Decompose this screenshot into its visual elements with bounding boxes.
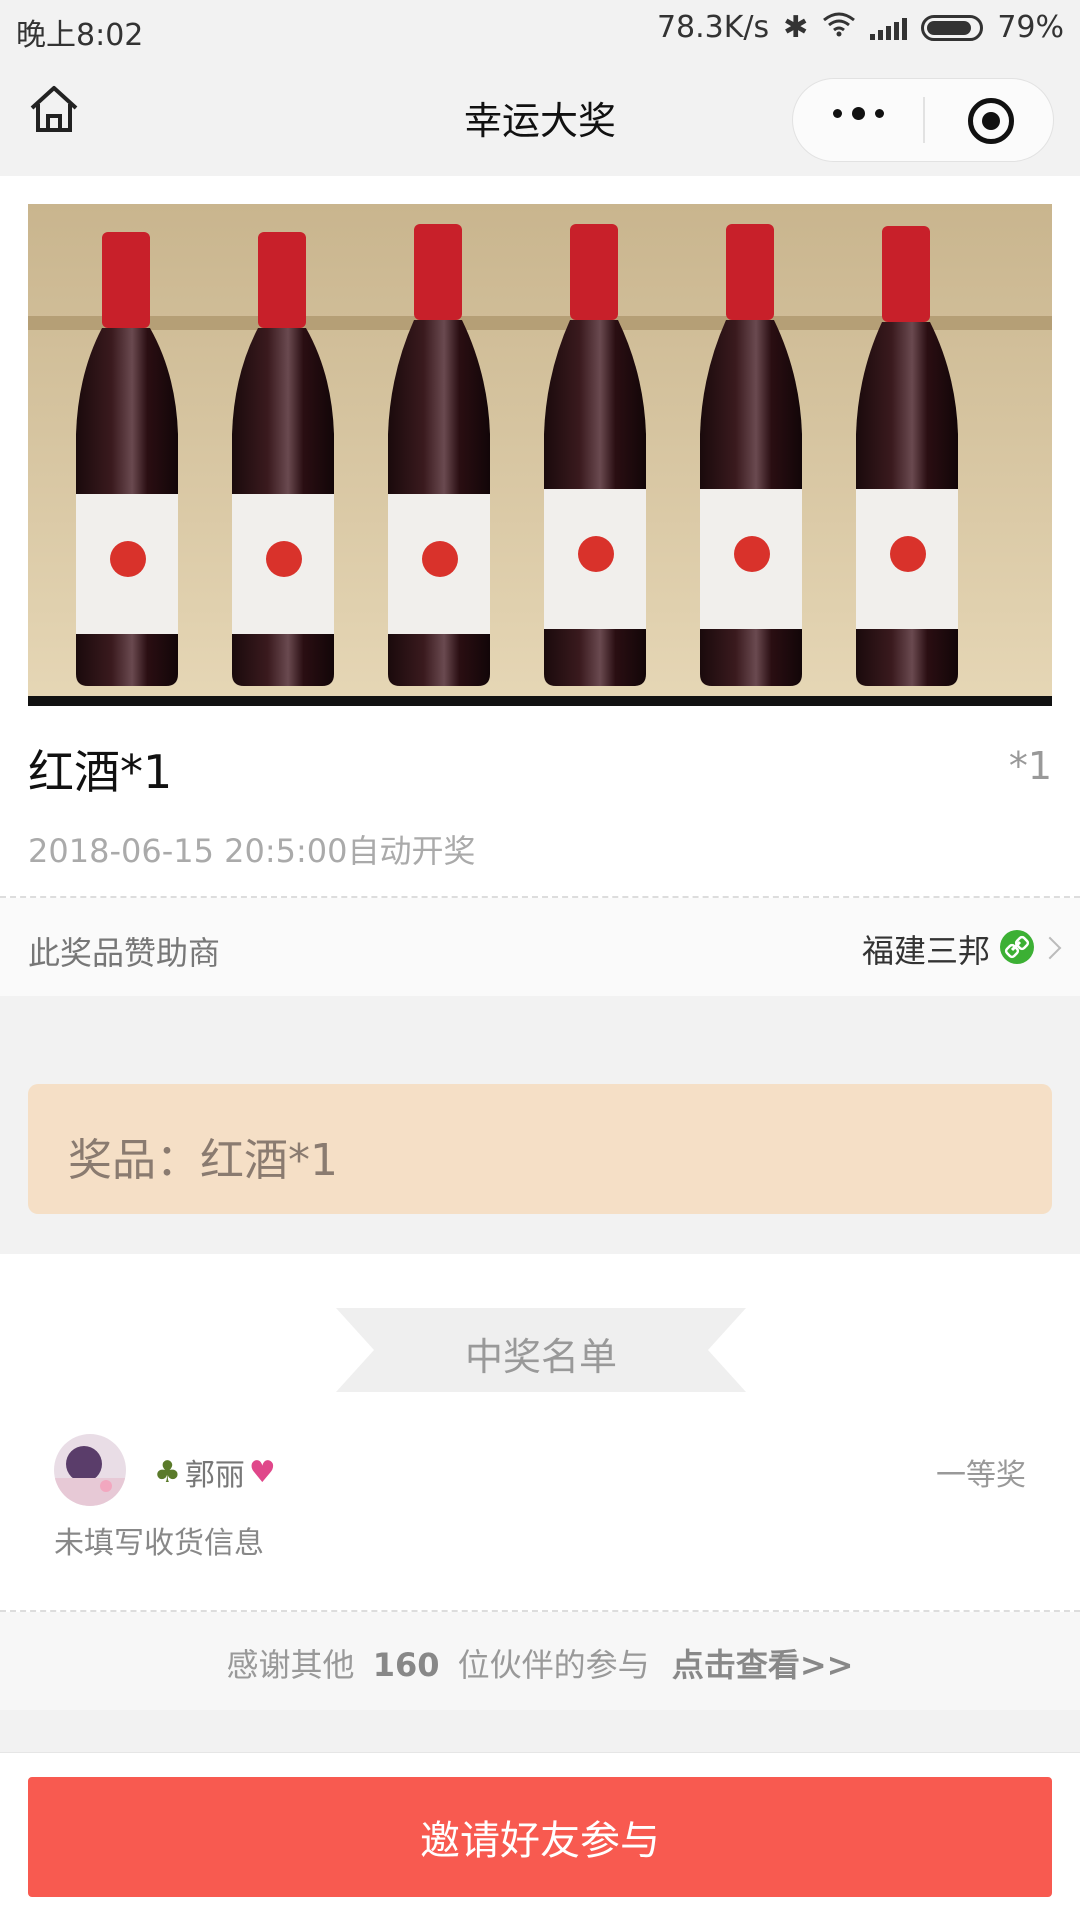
sponsor-label: 此奖品赞助商 [28,934,221,972]
status-time: 晚上8:02 [16,18,144,53]
more-icon[interactable] [833,107,884,120]
clover-icon: ♣ [154,1454,181,1490]
sponsor-row[interactable]: 此奖品赞助商 福建三邦 [0,898,1080,996]
battery-icon [921,14,984,41]
capsule-divider [923,97,925,143]
prize-name: 红酒*1 [28,745,173,799]
winners-title: 中奖名单 [464,1335,617,1379]
prize-card: 红酒*1 *1 2018-06-15 20:5:00自动开奖 此奖品赞助商 福建… [0,176,1080,996]
winner-level: 一等奖 [936,1458,1026,1493]
network-speed: 78.3K/s [656,10,770,45]
signal-icon [870,16,908,40]
footer: 邀请好友参与 [0,1752,1080,1921]
view-participants-link[interactable]: 点击查看>> [672,1646,854,1684]
battery-level: 79% [997,10,1064,45]
wifi-icon [822,10,856,45]
draw-time: 2018-06-15 20:5:00自动开奖 [28,832,476,870]
sponsor-name[interactable]: 福建三邦 [862,926,990,972]
avatar[interactable] [54,1434,126,1506]
nav-bar: 幸运大奖 [0,56,1080,174]
thanks-row: 感谢其他 160 位伙伴的参与 点击查看>> [0,1612,1080,1710]
chevron-right-icon [1038,936,1062,960]
heart-icon: ♥ [248,1454,276,1490]
status-bar: 晚上8:02 78.3K/s ✱ 79% [0,0,1080,56]
bluetooth-icon: ✱ [783,10,809,45]
winner-name: ♣ 郭丽 ♥ [154,1450,276,1494]
prize-quantity: *1 [1008,744,1052,788]
product-image [28,204,1052,706]
invite-friends-button[interactable]: 邀请好友参与 [28,1777,1052,1897]
winner-name-text: 郭丽 [184,1458,245,1493]
status-right: 78.3K/s ✱ 79% [657,10,1064,45]
participant-count: 160 [372,1646,440,1684]
thanks-suffix: 位伙伴的参与 [457,1646,650,1684]
mini-program-link-icon [1000,930,1034,964]
winners-card: 中奖名单 ♣ 郭丽 ♥ 一等奖 未填写收货信息 感谢其他 160 位伙伴的参与 … [0,1254,1080,1710]
prize-banner-text: 奖品：红酒*1 [68,1135,338,1186]
thanks-text: 感谢其他 160 位伙伴的参与 点击查看>> [0,1640,1080,1686]
target-icon[interactable] [968,98,1014,144]
mini-program-capsule [792,78,1054,162]
prize-banner: 奖品：红酒*1 [28,1084,1052,1214]
thanks-prefix: 感谢其他 [226,1646,355,1684]
winner-address-status: 未填写收货信息 [54,1526,264,1561]
